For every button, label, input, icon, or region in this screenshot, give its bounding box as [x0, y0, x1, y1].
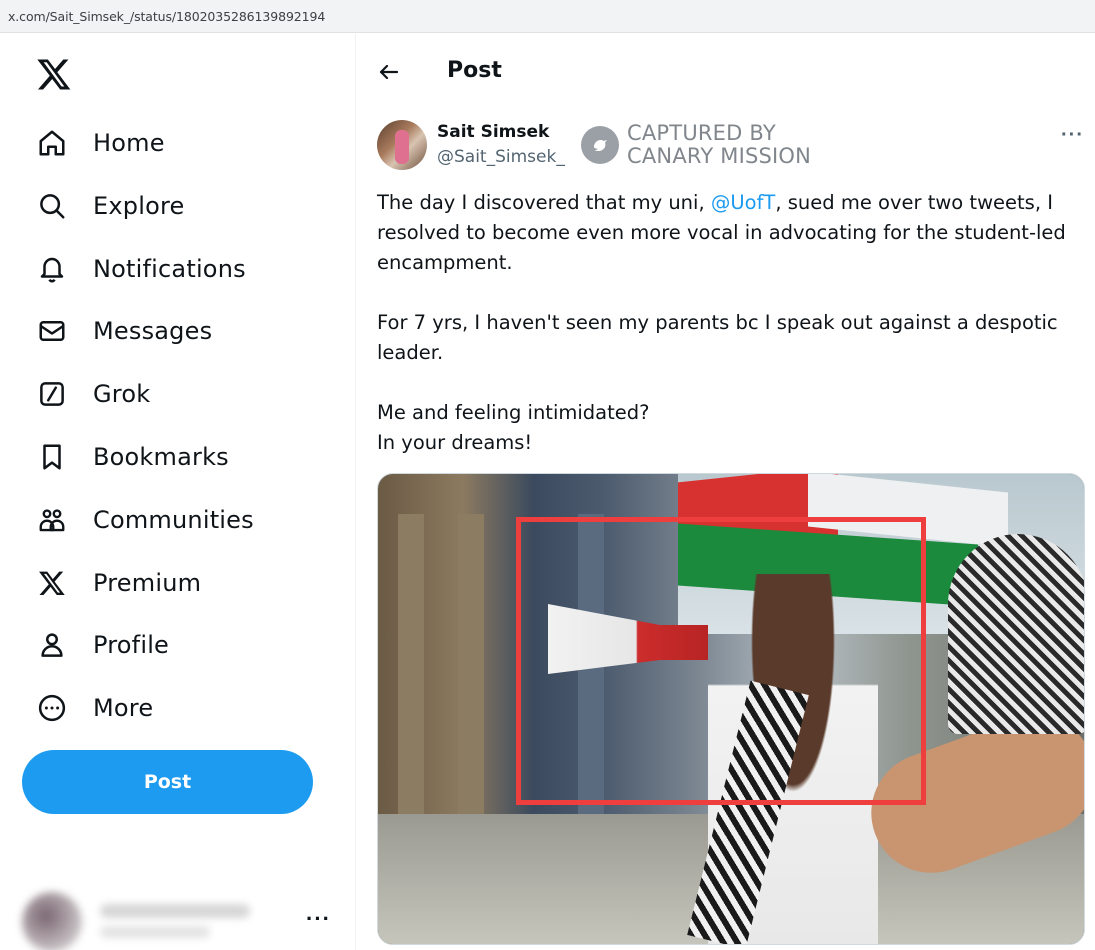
tweet-text-segment: The day I discovered that my uni,: [377, 191, 711, 214]
sidebar-item-home[interactable]: Home: [22, 117, 179, 169]
canary-mission-watermark: CAPTURED BY CANARY MISSION: [581, 122, 811, 168]
tweet-text: The day I discovered that my uni, @UofT,…: [377, 188, 1077, 458]
author-avatar[interactable]: [377, 120, 427, 170]
sidebar-item-label: More: [93, 694, 154, 722]
canary-bird-icon: [581, 126, 619, 164]
sidebar-item-premium[interactable]: Premium: [22, 557, 215, 609]
search-icon: [36, 190, 68, 222]
sidebar-item-label: Profile: [93, 631, 170, 659]
watermark-line1: CAPTURED BY: [627, 121, 776, 145]
page-title: Post: [447, 58, 502, 83]
account-handle-redacted: [100, 926, 210, 938]
watermark-line2: CANARY MISSION: [627, 144, 812, 168]
account-name-redacted: [100, 904, 250, 918]
sidebar-item-more[interactable]: More: [22, 682, 167, 734]
sidebar-item-bookmarks[interactable]: Bookmarks: [22, 431, 243, 483]
person-icon: [36, 629, 68, 661]
tweet-line: Me and feeling intimidated?: [377, 401, 650, 424]
avatar: [22, 892, 82, 950]
sidebar-item-label: Home: [93, 129, 165, 157]
bookmark-icon: [36, 441, 68, 473]
sidebar-item-profile[interactable]: Profile: [22, 619, 183, 671]
sidebar-item-communities[interactable]: Communities: [22, 494, 268, 546]
sidebar: Home Explore Notifications Messages Grok…: [0, 34, 356, 950]
url-text[interactable]: x.com/Sait_Simsek_/status/18020352861398…: [8, 9, 325, 24]
tweet-line: In your dreams!: [377, 431, 533, 454]
sidebar-item-label: Notifications: [93, 255, 246, 283]
sidebar-item-messages[interactable]: Messages: [22, 305, 226, 357]
post-button[interactable]: Post: [22, 750, 313, 814]
sidebar-item-explore[interactable]: Explore: [22, 180, 198, 232]
home-icon: [36, 127, 68, 159]
tweet-paragraph: The day I discovered that my uni, @UofT,…: [377, 188, 1077, 278]
tweet-paragraph: For 7 yrs, I haven't seen my parents bc …: [377, 311, 1058, 364]
mention-link[interactable]: @UofT: [711, 191, 775, 214]
sidebar-item-label: Explore: [93, 192, 185, 220]
grok-icon: [36, 378, 68, 410]
sidebar-item-label: Messages: [93, 317, 213, 345]
sidebar-item-label: Bookmarks: [93, 443, 229, 471]
address-bar[interactable]: x.com/Sait_Simsek_/status/18020352861398…: [0, 0, 1095, 33]
communities-icon: [36, 504, 68, 536]
more-circle-icon: [36, 692, 68, 724]
sidebar-item-label: Communities: [93, 506, 254, 534]
x-logo-icon: [36, 567, 68, 599]
sidebar-item-label: Premium: [93, 569, 202, 597]
main-column: Post Sait Simsek @Sait_Simsek_ CAPTURED …: [357, 34, 1095, 950]
red-highlight-box: [516, 517, 926, 805]
account-more-icon[interactable]: ···: [306, 906, 331, 932]
account-switcher[interactable]: ···: [22, 892, 342, 950]
x-logo-icon[interactable]: [36, 56, 72, 92]
tweet-photo[interactable]: [377, 473, 1085, 945]
envelope-icon: [36, 315, 68, 347]
author-name[interactable]: Sait Simsek: [437, 122, 549, 142]
post-more-icon[interactable]: ···: [1061, 124, 1084, 147]
sidebar-item-grok[interactable]: Grok: [22, 368, 164, 420]
bell-icon: [36, 253, 68, 285]
sidebar-item-label: Grok: [93, 380, 151, 408]
author-handle[interactable]: @Sait_Simsek_: [437, 147, 565, 167]
sidebar-item-notifications[interactable]: Notifications: [22, 243, 260, 295]
back-arrow-icon[interactable]: [377, 60, 401, 84]
